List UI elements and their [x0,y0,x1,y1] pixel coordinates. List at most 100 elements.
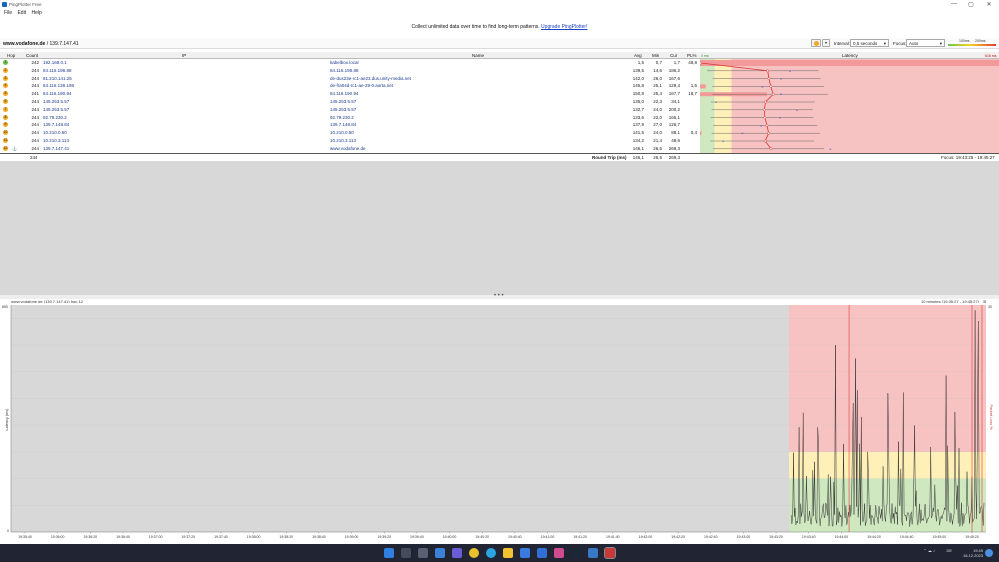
widgets-icon[interactable] [435,548,445,558]
chat-icon[interactable] [452,548,462,558]
summary-label: Round Trip (ms) [592,155,627,160]
table-row[interactable]: 12 244 139.7.147.41 www.vodafone.de 146,1 26,… [0,145,700,153]
x-tick-label: 19:37:40 [214,535,228,539]
ip-cell: 145.253.5.57 [43,106,70,112]
col-ip[interactable]: IP [182,53,186,58]
table-row[interactable]: 10 244 10.210.0.50 10.210.0.50 141,5 24,0 88,1… [0,129,700,137]
mail-icon[interactable] [537,548,547,558]
x-tick-label: 19:42:20 [671,535,685,539]
col-min[interactable]: Min [652,53,659,58]
col-latency[interactable]: Latency [842,53,858,58]
table-row[interactable]: 5 241 84.116.190.94 84.116.190.94 150,8 25,4 1… [0,90,700,98]
avg-point [764,100,767,104]
focus-value: Auto [909,41,919,46]
summary-min: 26,5 [653,155,662,160]
language-indicator[interactable]: DE [940,548,952,553]
system-tray-icons[interactable]: ⌃ ☁ ♪ [905,548,935,553]
app-icon[interactable] [554,548,564,558]
pause-button[interactable] [811,39,821,47]
count-cell: 242 [31,60,39,65]
table-row[interactable]: 6 244 145.253.5.57 145.253.5.57 135,0 22,3 34,… [0,98,700,106]
latency-min-label: 0 ms [701,54,709,58]
table-row[interactable]: 4 244 84.116.138.198 de-fra04d-rc1-ae-29-0.… [0,82,700,90]
min-cell: 22,3 [653,99,662,104]
packet-loss-bar [700,84,706,89]
cur-cell: 88,1 [671,130,680,136]
x-tick-label: 19:36:40 [116,535,130,539]
chrome-icon[interactable] [469,548,479,558]
col-name[interactable]: Name [472,53,484,58]
table-row[interactable]: 8 244 92.79.230.2 92.79.230.2 133,6 22,0 165,1 [0,114,700,122]
steam-icon[interactable] [571,548,581,558]
col-hop[interactable]: Hop [7,53,15,58]
edge-icon[interactable] [486,548,496,558]
count-cell: 244 [31,106,39,112]
pl-cell: 0,4 [690,130,697,136]
interval-label: Interval: [834,41,851,46]
focus-label: Focus: [893,41,907,46]
target-label: www.vodafone.de / 139.7.147.41 [3,41,79,47]
summary-count: 244 [30,155,38,160]
avg-cell: 145,8 [632,83,644,89]
menu-help[interactable]: Help [31,10,41,16]
clock[interactable]: 19:45 18.12.2023 [955,548,983,558]
cur-cell: 165,1 [668,114,680,120]
explorer-icon[interactable] [503,548,513,558]
y-axis-label: Latency (ms) [5,408,9,431]
pl-cell: 1,6 [690,83,697,89]
ip-cell: 84.116.198.88 [43,67,72,73]
cur-cell: 167,6 [668,75,680,81]
start-icon[interactable] [384,548,394,558]
table-header: Hop Count IP Name Avg Min Cur PL% Latenc… [0,52,999,59]
upgrade-link[interactable]: Upgrade PingPlotter! [541,24,587,30]
hop-badge: 4 [3,83,8,89]
avg-cell: 1,5 [637,60,644,65]
interval-select[interactable]: 0,5 seconds ▾ [850,39,889,47]
app-icon[interactable] [588,548,598,558]
min-cell: 24,0 [653,106,662,112]
x-tick-label: 19:39:00 [345,535,359,539]
table-row[interactable]: 2 244 84.116.198.88 84.116.198.88 139,5 14,6 1… [0,67,700,75]
table-row[interactable]: 3 244 81.210.141.25 de-dus23e-rc1-ae23.dus.… [0,75,700,83]
table-row[interactable]: 1 242 192.168.0.1 kabelbox.local 1,5 0,7 1,7 48… [0,59,700,67]
focus-select[interactable]: Auto ▾ [906,39,945,47]
table-row[interactable]: 7 244 145.253.5.57 145.253.5.57 132,7 24,0 200… [0,106,700,114]
hop-badge: 2 [3,67,8,73]
avg-cell: 137,9 [632,122,644,128]
table-row[interactable]: 11 244 10.210.3.113 10.210.3.113 134,2 21,4 48… [0,137,700,145]
menu-file[interactable]: File [4,10,12,16]
pause-icon [814,41,819,46]
col-avg[interactable]: Avg [634,53,642,58]
task-view-icon[interactable] [418,548,428,558]
ip-cell: 139.7.147.41 [43,145,70,151]
cur-cell: 126,7 [668,122,680,128]
close-button[interactable]: ✕ [983,1,995,8]
title-bar: PingPlotter Free — ▢ ✕ [0,0,999,9]
avg-cell: 132,7 [632,106,644,112]
pause-dropdown-button[interactable]: ▾ [822,39,830,47]
store-icon[interactable] [520,548,530,558]
col-cur[interactable]: Cur [670,53,677,58]
table-row[interactable]: 9 244 139.7.148.84 139.7.148.84 137,9 27,0 126… [0,121,700,129]
name-cell: 84.116.198.88 [330,67,359,73]
notification-icon[interactable] [985,549,993,557]
scale-left-label: 100ms [959,39,970,43]
name-cell: kabelbox.local [330,60,359,65]
min-cell: 14,6 [653,67,662,73]
x-tick-label: 19:44:20 [867,535,881,539]
count-cell: 244 [31,83,39,89]
summary-cur: 269,3 [668,155,680,160]
col-count[interactable]: Count [26,53,38,58]
menu-edit[interactable]: Edit [17,10,26,16]
col-pl[interactable]: PL% [687,53,697,58]
avg-cell: 134,2 [632,138,644,143]
ip-cell: 92.79.230.2 [43,114,67,120]
search-icon[interactable] [401,548,411,558]
count-cell: 241 [31,91,39,97]
pingplotter-taskbar-icon[interactable] [604,547,616,559]
minimize-button[interactable]: — [948,1,960,7]
hop-badge: 5 [3,91,8,97]
count-cell: 244 [31,114,39,120]
min-cell: 27,0 [653,122,662,128]
maximize-button[interactable]: ▢ [965,1,977,8]
